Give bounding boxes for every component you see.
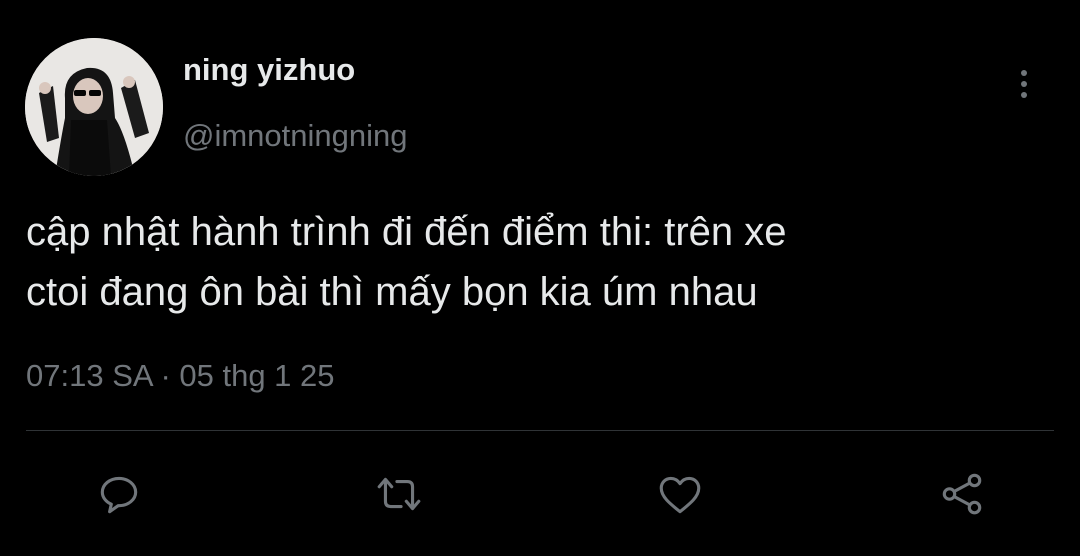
user-handle[interactable]: @imnotningning — [183, 118, 408, 154]
more-options-button[interactable] — [1008, 64, 1040, 104]
more-vertical-icon — [1021, 70, 1027, 76]
share-button[interactable] — [934, 466, 990, 522]
reply-icon — [100, 476, 138, 514]
avatar[interactable] — [25, 38, 163, 176]
more-vertical-icon-dot — [1021, 92, 1027, 98]
share-icon — [942, 473, 982, 515]
tweet-text: cập nhật hành trình đi đến điểm thi: trê… — [26, 202, 1056, 322]
retweet-icon — [377, 477, 421, 511]
heart-icon — [659, 476, 701, 514]
avatar-image — [25, 38, 163, 176]
divider — [26, 430, 1054, 431]
like-button[interactable] — [652, 466, 708, 522]
tweet-text-line: cập nhật hành trình đi đến điểm thi: trê… — [26, 210, 787, 254]
tweet-text-line: ctoi đang ôn bài thì mấy bọn kia úm nhau — [26, 270, 758, 314]
more-vertical-icon-dot — [1021, 81, 1027, 87]
retweet-button[interactable] — [371, 466, 427, 522]
tweet-timestamp[interactable]: 07:13 SA · 05 thg 1 25 — [26, 358, 335, 394]
display-name[interactable]: ning yizhuo — [183, 52, 355, 88]
reply-button[interactable] — [91, 466, 147, 522]
